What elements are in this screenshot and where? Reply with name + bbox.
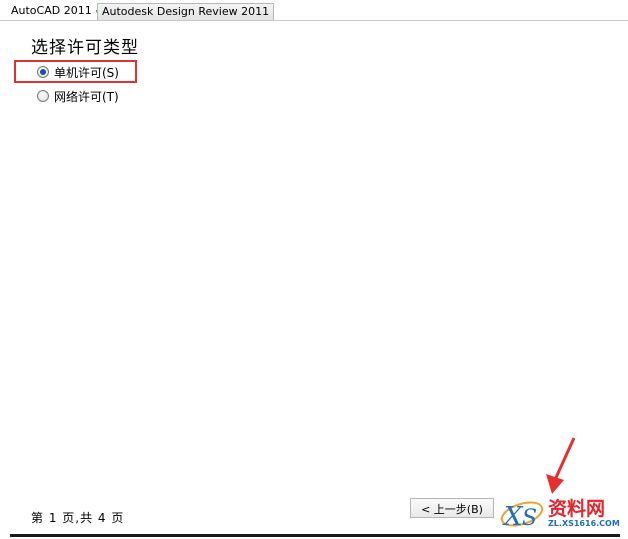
tab-design-review-2011[interactable]: Autodesk Design Review 2011 (97, 3, 275, 20)
tab-autocad-2011[interactable]: AutoCAD 2011✔ (8, 2, 107, 19)
annotation-arrow-icon (546, 437, 576, 494)
back-button[interactable]: < 上一步(B) (410, 498, 494, 518)
watermark-brand-text: 资料网 (548, 498, 606, 520)
standalone-license-option[interactable]: 单机许可(S) (37, 65, 119, 81)
option-label: 网络许可(T) (54, 90, 119, 104)
network-license-option[interactable]: 网络许可(T) (37, 89, 119, 105)
radio-button-selected[interactable] (37, 66, 49, 78)
tab-label: Autodesk Design Review 2011 (102, 5, 270, 18)
svg-text:S: S (522, 506, 537, 531)
watermark-url-text: ZL.XS1616.COM (548, 519, 620, 528)
installer-page: AutoCAD 2011✔ Autodesk Design Review 201… (0, 0, 628, 539)
page-indicator: 第 1 页,共 4 页 (31, 511, 125, 525)
watermark-emblem-icon: X S (500, 501, 544, 532)
watermark-logo: X S 资料网 ZL.XS1616.COM (496, 494, 624, 534)
page-title: 选择许可类型 (31, 38, 139, 58)
bottom-divider (10, 534, 620, 537)
radio-button[interactable] (37, 90, 49, 102)
option-label: 单机许可(S) (54, 66, 119, 80)
svg-text:X: X (502, 502, 524, 532)
tab-strip: AutoCAD 2011✔ Autodesk Design Review 201… (0, 0, 628, 21)
tab-label: AutoCAD 2011 (11, 4, 92, 17)
